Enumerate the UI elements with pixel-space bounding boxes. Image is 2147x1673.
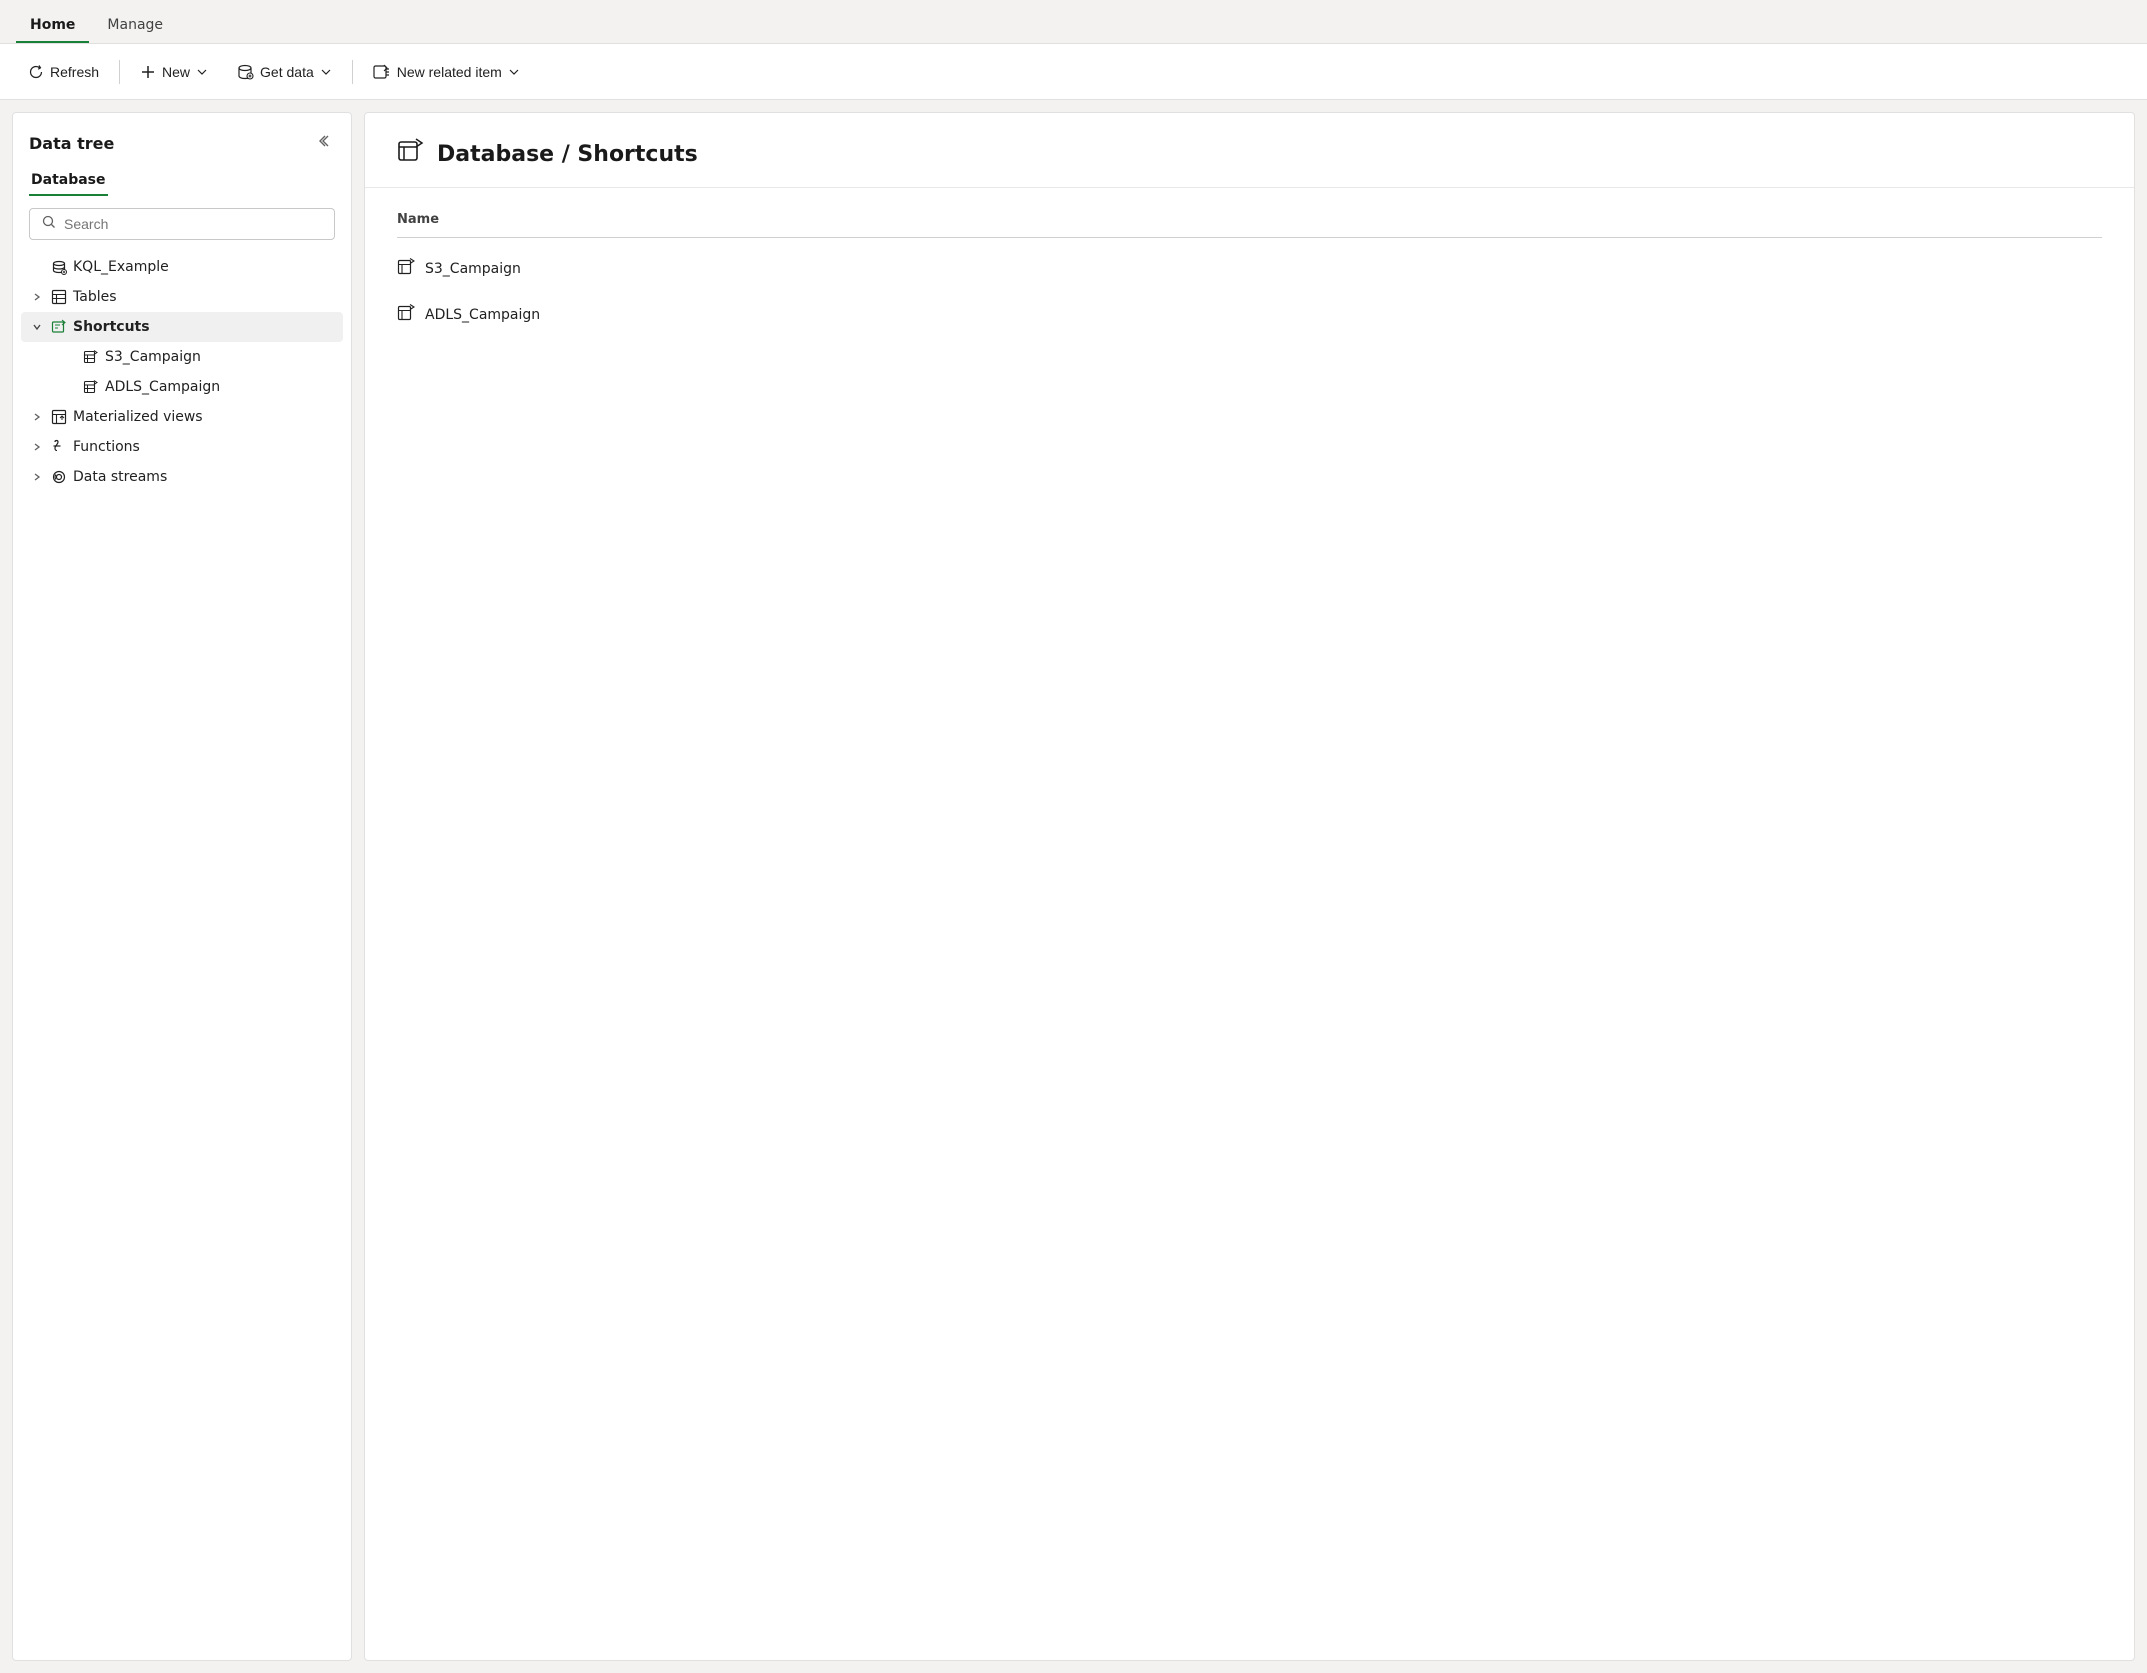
- tree-item-adls-campaign[interactable]: ADLS_Campaign: [21, 372, 343, 402]
- refresh-button[interactable]: Refresh: [16, 58, 111, 86]
- stream-icon: [51, 469, 67, 485]
- tree-tab-database[interactable]: Database: [29, 166, 108, 196]
- data-row-adls[interactable]: ADLS_Campaign: [397, 292, 2102, 338]
- s3-campaign-label: S3_Campaign: [105, 349, 335, 365]
- new-chevron-icon: [196, 66, 208, 78]
- kql-example-label: KQL_Example: [73, 259, 335, 275]
- functions-label: Functions: [73, 439, 335, 455]
- shortcuts-chevron-icon: [29, 322, 45, 332]
- s3-table-shortcut-icon: [83, 349, 99, 365]
- new-related-icon: [373, 64, 391, 80]
- search-input[interactable]: [64, 216, 322, 232]
- top-tab-bar: Home Manage: [0, 0, 2147, 44]
- toolbar: Refresh New Get data: [0, 44, 2147, 100]
- collapse-button[interactable]: [311, 129, 335, 158]
- adls-table-shortcut-icon: [83, 379, 99, 395]
- tree-item-s3-campaign[interactable]: S3_Campaign: [21, 342, 343, 372]
- tree-item-functions[interactable]: Functions: [21, 432, 343, 462]
- streams-chevron-icon: [29, 472, 45, 482]
- tab-home[interactable]: Home: [16, 7, 89, 43]
- data-row-s3[interactable]: S3_Campaign: [397, 246, 2102, 292]
- toolbar-divider-2: [352, 60, 353, 84]
- adls-campaign-row-label: ADLS_Campaign: [425, 307, 540, 323]
- adls-campaign-label: ADLS_Campaign: [105, 379, 335, 395]
- right-content: Name S3_Campaign: [365, 188, 2134, 1660]
- tree-item-kql-example[interactable]: KQL_Example: [21, 252, 343, 282]
- new-related-label: New related item: [397, 64, 502, 80]
- refresh-label: Refresh: [50, 64, 99, 80]
- plus-icon: [140, 64, 156, 80]
- main-area: Data tree Database: [0, 100, 2147, 1673]
- s3-row-icon: [397, 258, 415, 280]
- tables-label: Tables: [73, 289, 335, 305]
- new-related-chevron-icon: [508, 66, 520, 78]
- tables-chevron-icon: [29, 292, 45, 302]
- get-data-chevron-icon: [320, 66, 332, 78]
- tree-item-data-streams[interactable]: Data streams: [21, 462, 343, 492]
- toolbar-divider-1: [119, 60, 120, 84]
- adls-row-icon: [397, 304, 415, 326]
- get-data-icon: [236, 64, 254, 80]
- panel-header: Data tree: [13, 113, 351, 158]
- new-button[interactable]: New: [128, 58, 220, 86]
- shortcuts-label: Shortcuts: [73, 319, 335, 335]
- get-data-label: Get data: [260, 64, 314, 80]
- tree-item-shortcuts[interactable]: Shortcuts: [21, 312, 343, 342]
- search-icon: [42, 215, 56, 233]
- mat-views-chevron-icon: [29, 412, 45, 422]
- database-icon: [51, 259, 67, 275]
- right-header: Database / Shortcuts: [365, 113, 2134, 188]
- refresh-icon: [28, 64, 44, 80]
- table-icon: [51, 289, 67, 305]
- fx-icon: [51, 439, 67, 455]
- left-panel: Data tree Database: [12, 112, 352, 1661]
- right-header-title: Database / Shortcuts: [437, 142, 698, 167]
- panel-title: Data tree: [29, 134, 114, 153]
- search-box: [29, 208, 335, 240]
- tab-manage[interactable]: Manage: [93, 7, 177, 43]
- tree-item-tables[interactable]: Tables: [21, 282, 343, 312]
- tree-tabs: Database: [13, 158, 351, 196]
- new-label: New: [162, 64, 190, 80]
- get-data-button[interactable]: Get data: [224, 58, 344, 86]
- right-panel: Database / Shortcuts Name S3_Campaign: [364, 112, 2135, 1661]
- mat-views-label: Materialized views: [73, 409, 335, 425]
- s3-campaign-row-label: S3_Campaign: [425, 261, 521, 277]
- functions-chevron-icon: [29, 442, 45, 452]
- new-related-button[interactable]: New related item: [361, 58, 532, 86]
- tree-item-mat-views[interactable]: Materialized views: [21, 402, 343, 432]
- streams-label: Data streams: [73, 469, 335, 485]
- shortcut-icon: [51, 319, 67, 335]
- column-name-header: Name: [397, 212, 2102, 238]
- mat-view-icon: [51, 409, 67, 425]
- search-container: [13, 196, 351, 252]
- tree-content: KQL_Example Tables: [13, 252, 351, 1660]
- right-header-icon: [397, 137, 425, 171]
